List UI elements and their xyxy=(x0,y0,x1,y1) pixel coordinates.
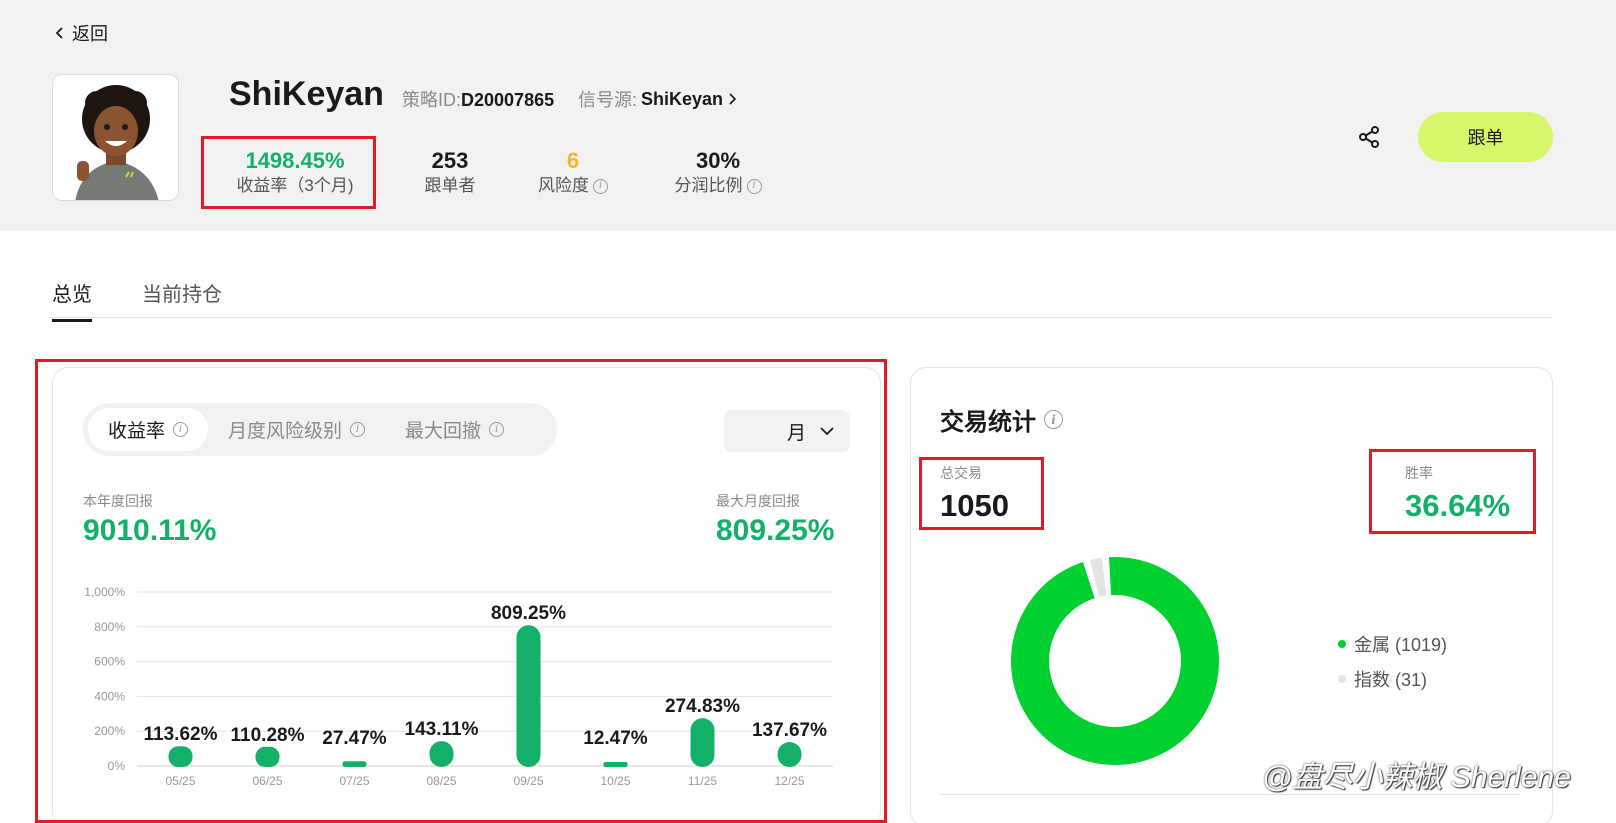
trade-breakdown-donut xyxy=(1011,557,1219,765)
watermark: @盘尽小辣椒 Sherlene xyxy=(1262,761,1571,794)
donut-slice-index xyxy=(1089,557,1107,597)
tab-bar: 总览 当前持仓 xyxy=(52,278,222,322)
back-label: 返回 xyxy=(72,24,108,44)
stat-profit-share-label: 分润比例 xyxy=(674,176,743,195)
strategy-id-prefix: 策略ID: xyxy=(402,90,462,110)
strategy-id: 策略ID:D20007865 xyxy=(402,86,554,112)
trade-stats-title-text: 交易统计 xyxy=(940,409,1036,436)
tab-divider xyxy=(52,317,1552,318)
back-button[interactable]: 返回 xyxy=(54,20,108,46)
stat-profit-share: 30% 分润比例 i xyxy=(670,148,766,198)
info-icon[interactable]: i xyxy=(593,178,608,194)
avatar xyxy=(52,74,179,201)
trader-name: ShiKeyan xyxy=(229,75,384,113)
stat-risk-label: 风险度 xyxy=(538,176,589,195)
tab-overview[interactable]: 总览 xyxy=(52,278,92,322)
legend-dot xyxy=(1338,639,1346,648)
stat-followers: 253 跟单者 xyxy=(412,148,488,198)
trade-stats-title: 交易统计 i xyxy=(940,402,1063,437)
stat-risk: 6 风险度 i xyxy=(532,148,614,198)
info-icon[interactable]: i xyxy=(746,178,762,194)
strategy-id-value: D20007865 xyxy=(461,90,555,110)
donut-slice-metal xyxy=(1011,557,1219,765)
chevron-right-icon xyxy=(729,93,737,105)
signal-source-prefix: 信号源: xyxy=(578,90,638,110)
highlight-box xyxy=(35,359,887,823)
signal-source-link[interactable]: 信号源: ShiKeyan xyxy=(578,86,737,112)
share-icon[interactable] xyxy=(1356,124,1382,150)
legend-item-index: 指数 (31) xyxy=(1338,661,1447,696)
info-icon[interactable]: i xyxy=(1044,410,1063,429)
legend-label: 指数 (31) xyxy=(1354,669,1428,690)
follow-button[interactable]: 跟单 xyxy=(1418,112,1553,162)
legend-label: 金属 (1019) xyxy=(1354,634,1448,655)
stat-followers-label: 跟单者 xyxy=(424,176,476,195)
stat-risk-value: 6 xyxy=(566,148,580,173)
stat-profit-share-value: 30% xyxy=(695,148,741,173)
stat-followers-value: 253 xyxy=(431,148,469,173)
highlight-box xyxy=(1369,449,1536,534)
legend-dot xyxy=(1338,674,1346,683)
donut-legend: 金属 (1019) 指数 (31) xyxy=(1338,626,1447,696)
chevron-left-icon xyxy=(55,27,63,39)
tab-current-positions[interactable]: 当前持仓 xyxy=(142,278,222,322)
highlight-box xyxy=(201,136,376,209)
signal-source-name: ShiKeyan xyxy=(641,88,724,109)
highlight-box xyxy=(919,457,1044,530)
legend-item-metal: 金属 (1019) xyxy=(1338,626,1447,661)
